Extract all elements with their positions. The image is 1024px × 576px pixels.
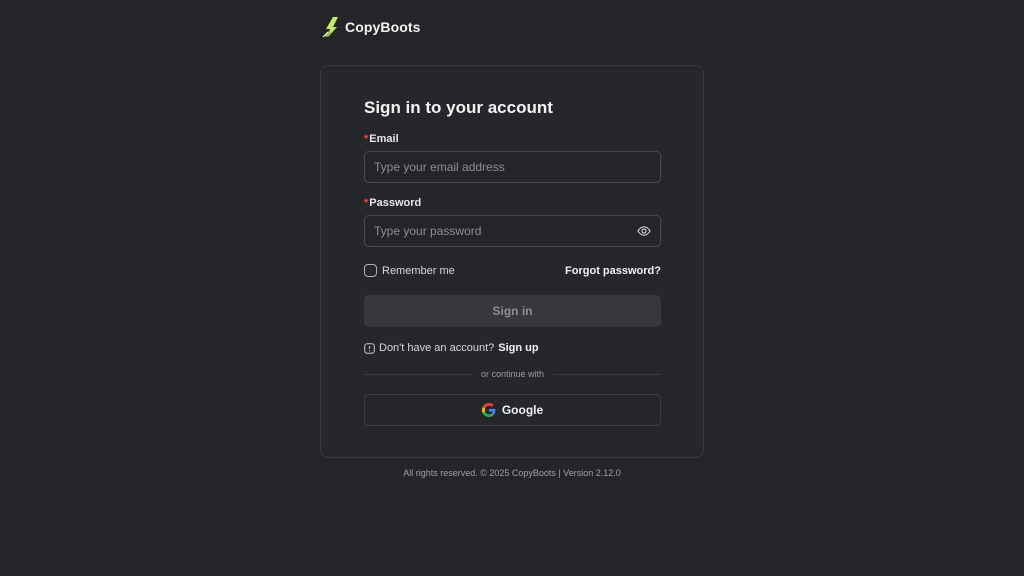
boot-logo-icon[interactable] bbox=[322, 16, 342, 38]
email-label-text: Email bbox=[369, 133, 399, 145]
divider-line bbox=[553, 373, 662, 375]
password-label: *Password bbox=[364, 197, 421, 209]
password-field-wrapper bbox=[364, 215, 661, 247]
email-label: *Email bbox=[364, 133, 399, 145]
required-marker: * bbox=[364, 197, 369, 209]
remember-checkbox[interactable] bbox=[364, 264, 377, 277]
remember-label[interactable]: Remember me bbox=[382, 265, 455, 277]
footer-text: All rights reserved. © 2025 CopyBoots | … bbox=[403, 468, 621, 478]
divider-line bbox=[364, 373, 472, 375]
email-field-wrapper bbox=[364, 151, 661, 183]
page-title: Sign in to your account bbox=[364, 98, 553, 117]
sign-in-button[interactable]: Sign in bbox=[364, 295, 661, 327]
header: CopyBoots bbox=[322, 16, 421, 38]
divider-text: or continue with bbox=[480, 369, 545, 379]
remember-row: Remember me Forgot password? bbox=[364, 264, 661, 277]
eye-icon[interactable] bbox=[637, 224, 651, 238]
password-label-text: Password bbox=[369, 197, 422, 209]
signup-row: Don't have an account? Sign up bbox=[364, 342, 539, 354]
required-marker: * bbox=[364, 133, 369, 145]
password-field[interactable] bbox=[365, 216, 637, 246]
forgot-password-link[interactable]: Forgot password? bbox=[565, 265, 661, 277]
brand-name[interactable]: CopyBoots bbox=[345, 19, 421, 35]
google-icon bbox=[481, 403, 496, 417]
sign-up-link[interactable]: Sign up bbox=[498, 342, 538, 354]
google-label: Google bbox=[501, 403, 544, 417]
info-icon bbox=[364, 342, 375, 354]
email-field[interactable] bbox=[365, 152, 660, 182]
divider: or continue with bbox=[364, 369, 662, 379]
signup-prompt: Don't have an account? bbox=[379, 342, 495, 354]
remember-me[interactable]: Remember me bbox=[364, 264, 455, 277]
login-card: Sign in to your account *Email *Password… bbox=[320, 65, 704, 458]
google-sign-in-button[interactable]: Google bbox=[364, 394, 661, 426]
